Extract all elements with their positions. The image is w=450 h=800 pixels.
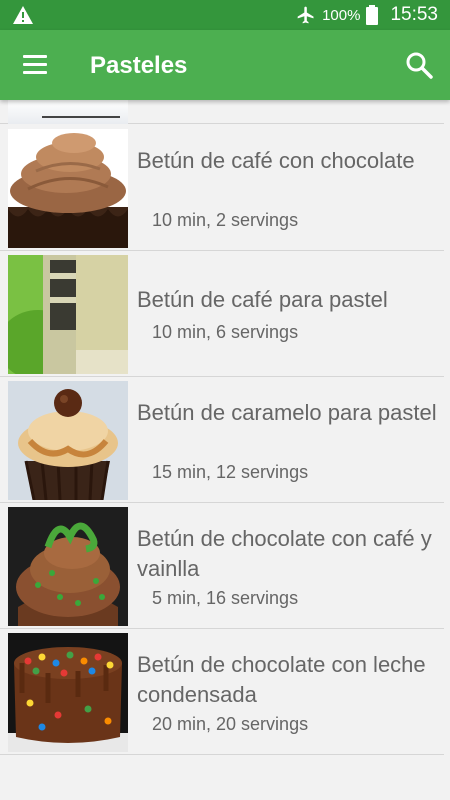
airplane-mode-icon [297, 6, 314, 24]
recipe-item[interactable]: Betún de café para pastel 10 min, 6 serv… [0, 251, 444, 377]
recipe-title: Betún de chocolate con leche condensada [137, 652, 426, 707]
battery-percent: 100% [322, 6, 361, 24]
recipe-meta: 20 min, 20 servings [152, 714, 309, 734]
recipe-thumbnail [8, 633, 128, 752]
recipe-title: Betún de chocolate con café y vainlla [137, 526, 432, 581]
menu-icon[interactable] [18, 52, 52, 78]
app-bar: Pasteles [0, 30, 450, 100]
search-icon[interactable] [404, 50, 434, 80]
recipe-meta: 15 min, 12 servings [152, 462, 309, 482]
list-item-partial[interactable] [0, 100, 444, 124]
recipe-thumbnail [8, 381, 128, 500]
recipe-item[interactable]: Betún de chocolate con leche condensada … [0, 629, 444, 755]
recipe-thumbnail [8, 507, 128, 626]
recipe-meta: 10 min, 2 servings [152, 210, 299, 230]
recipe-meta: 5 min, 16 servings [152, 588, 299, 608]
recipe-title: Betún de café con chocolate [137, 148, 415, 173]
recipe-meta: 10 min, 6 servings [152, 322, 299, 342]
recipe-item[interactable]: Betún de café con chocolate 10 min, 2 se… [0, 125, 444, 251]
clock: 15:53 [390, 4, 438, 25]
recipe-list[interactable]: Betún de café con chocolate 10 min, 2 se… [0, 100, 450, 800]
warning-icon [13, 6, 33, 24]
recipe-thumbnail [8, 129, 128, 248]
recipe-title: Betún de café para pastel [137, 287, 388, 312]
page-title: Pasteles [90, 52, 188, 79]
recipe-item[interactable]: Betún de caramelo para pastel 15 min, 12… [0, 377, 444, 503]
recipe-title: Betún de caramelo para pastel [137, 400, 437, 425]
recipe-item[interactable]: Betún de chocolate con café y vainlla 5 … [0, 503, 444, 629]
battery-icon [366, 5, 379, 25]
recipe-thumbnail [8, 100, 128, 124]
status-bar: 100% 15:53 [0, 0, 450, 30]
recipe-thumbnail [8, 255, 128, 374]
